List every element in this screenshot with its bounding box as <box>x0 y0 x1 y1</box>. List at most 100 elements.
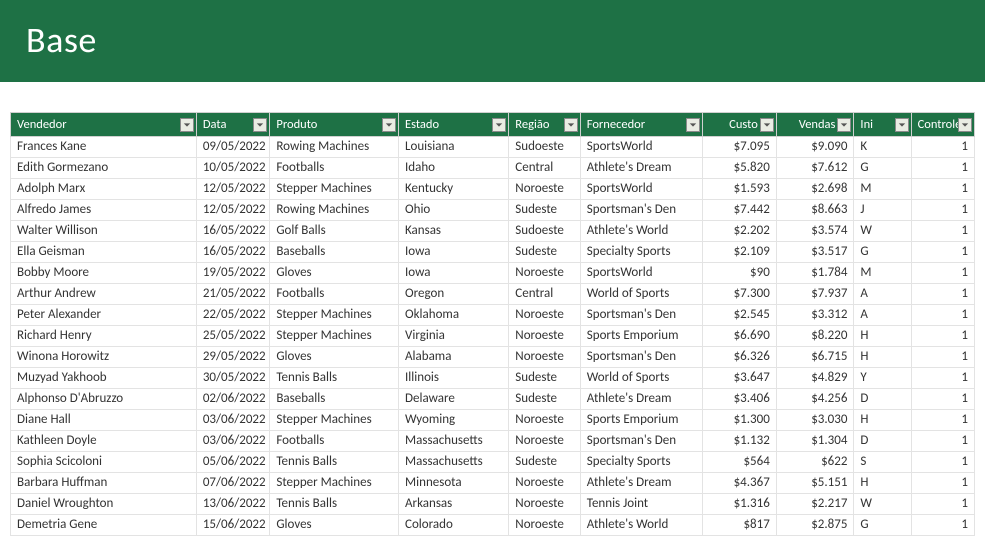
cell-produto[interactable]: Golf Balls <box>270 221 399 242</box>
cell-regiao[interactable]: Noroeste <box>509 179 580 200</box>
cell-fornecedor[interactable]: World of Sports <box>580 284 703 305</box>
cell-data[interactable]: 09/05/2022 <box>196 137 270 158</box>
cell-ini[interactable]: D <box>854 389 911 410</box>
cell-data[interactable]: 22/05/2022 <box>196 305 270 326</box>
cell-controle[interactable]: 1 <box>911 347 974 368</box>
cell-produto[interactable]: Stepper Machines <box>270 305 399 326</box>
cell-controle[interactable]: 1 <box>911 284 974 305</box>
cell-data[interactable]: 30/05/2022 <box>196 368 270 389</box>
cell-data[interactable]: 29/05/2022 <box>196 347 270 368</box>
cell-vendas[interactable]: $5.151 <box>776 473 854 494</box>
cell-produto[interactable]: Footballs <box>270 431 399 452</box>
cell-data[interactable]: 16/05/2022 <box>196 221 270 242</box>
cell-controle[interactable]: 1 <box>911 158 974 179</box>
filter-dropdown-ini[interactable] <box>895 118 909 132</box>
cell-custo[interactable]: $4.367 <box>703 473 777 494</box>
cell-ini[interactable]: W <box>854 494 911 515</box>
cell-vendas[interactable]: $1.784 <box>776 263 854 284</box>
col-header-vendas[interactable]: Vendas <box>776 113 854 137</box>
table-row[interactable]: Richard Henry25/05/2022Stepper MachinesV… <box>11 326 975 347</box>
cell-controle[interactable]: 1 <box>911 452 974 473</box>
col-header-controle[interactable]: Controle <box>911 113 974 137</box>
cell-regiao[interactable]: Sudeste <box>509 242 580 263</box>
cell-regiao[interactable]: Sudeste <box>509 368 580 389</box>
cell-controle[interactable]: 1 <box>911 389 974 410</box>
cell-fornecedor[interactable]: Athlete's World <box>580 515 703 536</box>
table-row[interactable]: Demetria Gene15/06/2022GlovesColoradoNor… <box>11 515 975 536</box>
cell-ini[interactable]: H <box>854 410 911 431</box>
cell-produto[interactable]: Stepper Machines <box>270 473 399 494</box>
cell-vendedor[interactable]: Barbara Huffman <box>11 473 197 494</box>
cell-fornecedor[interactable]: SportsWorld <box>580 137 703 158</box>
cell-regiao[interactable]: Noroeste <box>509 494 580 515</box>
cell-controle[interactable]: 1 <box>911 494 974 515</box>
filter-dropdown-fornecedor[interactable] <box>686 118 700 132</box>
cell-vendas[interactable]: $2.698 <box>776 179 854 200</box>
cell-estado[interactable]: Colorado <box>399 515 509 536</box>
col-header-estado[interactable]: Estado <box>399 113 509 137</box>
cell-controle[interactable]: 1 <box>911 179 974 200</box>
table-row[interactable]: Barbara Huffman07/06/2022Stepper Machine… <box>11 473 975 494</box>
col-header-ini[interactable]: Ini <box>854 113 911 137</box>
cell-estado[interactable]: Idaho <box>399 158 509 179</box>
cell-vendas[interactable]: $622 <box>776 452 854 473</box>
table-row[interactable]: Peter Alexander22/05/2022Stepper Machine… <box>11 305 975 326</box>
cell-estado[interactable]: Massachusetts <box>399 452 509 473</box>
cell-vendas[interactable]: $6.715 <box>776 347 854 368</box>
cell-vendas[interactable]: $8.663 <box>776 200 854 221</box>
cell-vendedor[interactable]: Frances Kane <box>11 137 197 158</box>
cell-vendas[interactable]: $2.875 <box>776 515 854 536</box>
cell-custo[interactable]: $1.316 <box>703 494 777 515</box>
cell-fornecedor[interactable]: Sportsman's Den <box>580 305 703 326</box>
cell-controle[interactable]: 1 <box>911 368 974 389</box>
col-header-data[interactable]: Data <box>196 113 270 137</box>
cell-controle[interactable]: 1 <box>911 473 974 494</box>
cell-produto[interactable]: Rowing Machines <box>270 137 399 158</box>
cell-vendas[interactable]: $3.312 <box>776 305 854 326</box>
table-row[interactable]: Alfredo James12/05/2022Rowing MachinesOh… <box>11 200 975 221</box>
filter-dropdown-regiao[interactable] <box>564 118 578 132</box>
cell-vendedor[interactable]: Alfredo James <box>11 200 197 221</box>
filter-dropdown-vendedor[interactable] <box>180 118 194 132</box>
cell-ini[interactable]: A <box>854 284 911 305</box>
filter-dropdown-estado[interactable] <box>492 118 506 132</box>
cell-data[interactable]: 03/06/2022 <box>196 431 270 452</box>
cell-regiao[interactable]: Central <box>509 284 580 305</box>
cell-fornecedor[interactable]: Sportsman's Den <box>580 200 703 221</box>
cell-vendas[interactable]: $7.612 <box>776 158 854 179</box>
table-row[interactable]: Daniel Wroughton13/06/2022Tennis BallsAr… <box>11 494 975 515</box>
cell-data[interactable]: 21/05/2022 <box>196 284 270 305</box>
cell-estado[interactable]: Delaware <box>399 389 509 410</box>
cell-data[interactable]: 03/06/2022 <box>196 410 270 431</box>
cell-custo[interactable]: $817 <box>703 515 777 536</box>
cell-fornecedor[interactable]: Sportsman's Den <box>580 431 703 452</box>
table-row[interactable]: Walter Willison16/05/2022Golf BallsKansa… <box>11 221 975 242</box>
cell-vendedor[interactable]: Demetria Gene <box>11 515 197 536</box>
cell-estado[interactable]: Oregon <box>399 284 509 305</box>
cell-custo[interactable]: $564 <box>703 452 777 473</box>
cell-data[interactable]: 12/05/2022 <box>196 179 270 200</box>
cell-estado[interactable]: Louisiana <box>399 137 509 158</box>
table-row[interactable]: Kathleen Doyle03/06/2022FootballsMassach… <box>11 431 975 452</box>
cell-estado[interactable]: Massachusetts <box>399 431 509 452</box>
table-row[interactable]: Winona Horowitz29/05/2022GlovesAlabamaNo… <box>11 347 975 368</box>
cell-custo[interactable]: $1.132 <box>703 431 777 452</box>
table-row[interactable]: Sophia Scicoloni05/06/2022Tennis BallsMa… <box>11 452 975 473</box>
cell-controle[interactable]: 1 <box>911 263 974 284</box>
cell-custo[interactable]: $7.095 <box>703 137 777 158</box>
cell-fornecedor[interactable]: Specialty Sports <box>580 242 703 263</box>
cell-produto[interactable]: Baseballs <box>270 389 399 410</box>
cell-vendedor[interactable]: Adolph Marx <box>11 179 197 200</box>
cell-produto[interactable]: Tennis Balls <box>270 494 399 515</box>
cell-controle[interactable]: 1 <box>911 515 974 536</box>
col-header-produto[interactable]: Produto <box>270 113 399 137</box>
cell-fornecedor[interactable]: Tennis Joint <box>580 494 703 515</box>
cell-custo[interactable]: $6.326 <box>703 347 777 368</box>
cell-ini[interactable]: D <box>854 431 911 452</box>
table-row[interactable]: Alphonso D'Abruzzo02/06/2022BaseballsDel… <box>11 389 975 410</box>
cell-custo[interactable]: $3.406 <box>703 389 777 410</box>
cell-vendas[interactable]: $2.217 <box>776 494 854 515</box>
col-header-regiao[interactable]: Região <box>509 113 580 137</box>
cell-data[interactable]: 19/05/2022 <box>196 263 270 284</box>
cell-vendedor[interactable]: Winona Horowitz <box>11 347 197 368</box>
